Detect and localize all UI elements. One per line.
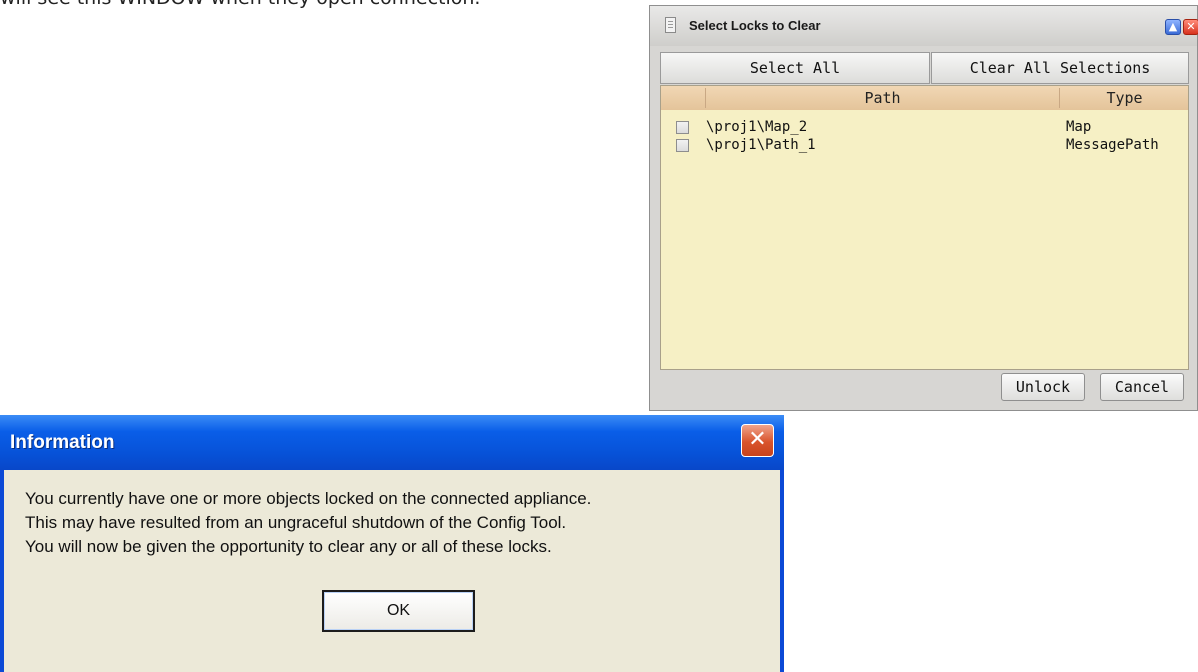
message-line: You currently have one or more objects l… <box>25 489 592 508</box>
select-all-button[interactable]: Select All <box>660 52 930 84</box>
close-icon[interactable]: ✕ <box>1183 19 1198 35</box>
list-item[interactable]: \proj1\Map_2 Map <box>661 119 1188 136</box>
list-item[interactable]: \proj1\Path_1 MessagePath <box>661 137 1188 154</box>
locks-titlebar: Select Locks to Clear ▲ ✕ <box>650 6 1198 46</box>
info-body: You currently have one or more objects l… <box>4 470 780 672</box>
message-line: You will now be given the opportunity to… <box>25 537 552 556</box>
info-titlebar: Information ✕ <box>0 415 784 470</box>
cancel-button[interactable]: Cancel <box>1100 373 1184 401</box>
row-checkbox[interactable] <box>676 121 689 134</box>
locks-window-title: Select Locks to Clear <box>689 18 821 33</box>
info-message: You currently have one or more objects l… <box>25 487 591 559</box>
row-type: MessagePath <box>1066 137 1159 153</box>
row-path: \proj1\Path_1 <box>706 137 816 153</box>
maximize-icon[interactable]: ▲ <box>1165 19 1181 35</box>
unlock-button[interactable]: Unlock <box>1001 373 1085 401</box>
message-line: This may have resulted from an ungracefu… <box>25 513 567 532</box>
information-dialog: Information ✕ You currently have one or … <box>0 415 784 672</box>
info-dialog-title: Information <box>10 432 115 453</box>
row-path: \proj1\Map_2 <box>706 119 808 135</box>
row-checkbox[interactable] <box>676 139 689 152</box>
row-type: Map <box>1066 119 1092 135</box>
select-locks-window: Select Locks to Clear ▲ ✕ Select All Cle… <box>649 5 1198 411</box>
column-header-path[interactable]: Path <box>706 89 1059 107</box>
document-icon <box>665 17 676 33</box>
caption-text: will see this WINDOW when they open conn… <box>0 0 480 9</box>
column-separator <box>1059 88 1060 108</box>
list-header: Path Type <box>661 86 1188 110</box>
column-header-type[interactable]: Type <box>1061 89 1188 107</box>
ok-button[interactable]: OK <box>322 590 475 632</box>
clear-all-selections-button[interactable]: Clear All Selections <box>931 52 1189 84</box>
locks-list: Path Type \proj1\Map_2 Map \proj1\Path_1… <box>660 85 1189 370</box>
close-icon[interactable]: ✕ <box>741 424 774 457</box>
